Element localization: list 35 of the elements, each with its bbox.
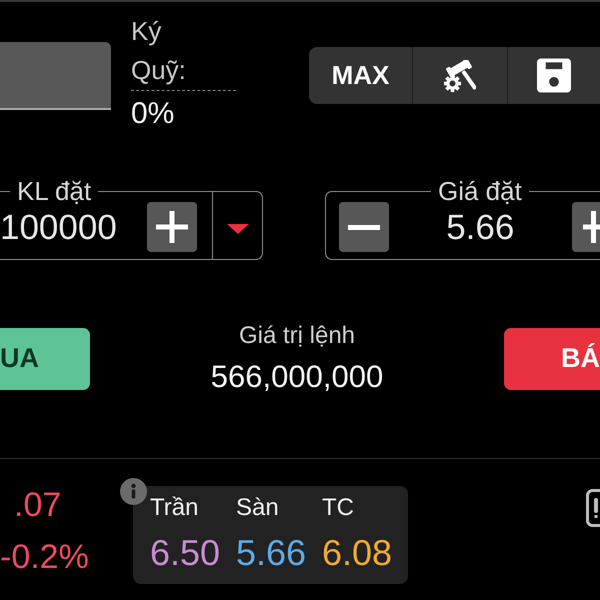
buy-button[interactable]: UA: [0, 328, 90, 390]
margin-value: 0%: [131, 96, 174, 132]
quantity-label: KL đặt: [16, 179, 92, 203]
price-change: -0.2%: [0, 536, 89, 576]
input-field[interactable]: [0, 42, 111, 110]
sell-button[interactable]: BÁ: [504, 328, 600, 390]
minus-button[interactable]: [338, 202, 388, 252]
reference-label: Sàn: [236, 494, 279, 522]
margin-label: Ký Quỹ:: [131, 15, 186, 87]
save-icon: [537, 58, 571, 93]
order-value-label: Giá trị lệnh: [238, 322, 356, 350]
price-value: 5.66: [445, 207, 516, 249]
reference-label: Trần: [150, 494, 198, 522]
plus-button[interactable]: [147, 202, 197, 252]
quantity-field[interactable]: KL đặt 100000: [0, 179, 263, 260]
reference-label: TC: [322, 494, 354, 522]
gavel-gear-icon: [444, 60, 476, 92]
last-price: .07: [13, 484, 62, 524]
reference-value: 6.08: [322, 533, 392, 573]
plus-icon: [583, 211, 600, 243]
reference-value: 6.50: [150, 533, 220, 573]
max-button[interactable]: MAX: [309, 47, 413, 104]
save-button[interactable]: [508, 47, 600, 104]
caret-icon: [226, 224, 248, 234]
price-field[interactable]: Giá đặt 5.66: [325, 179, 600, 260]
info-icon[interactable]: [120, 478, 147, 505]
price-label: Giá đặt: [437, 179, 523, 203]
quantity-value: 100000: [0, 207, 118, 249]
order-value: 566,000,000: [210, 358, 384, 394]
plus-button[interactable]: [572, 202, 600, 252]
reference-value: 5.66: [236, 533, 306, 573]
plus-icon: [156, 211, 188, 243]
exclamation-box-icon[interactable]: [586, 488, 600, 526]
minus-icon: [348, 224, 380, 230]
gavel-button[interactable]: [413, 47, 508, 104]
